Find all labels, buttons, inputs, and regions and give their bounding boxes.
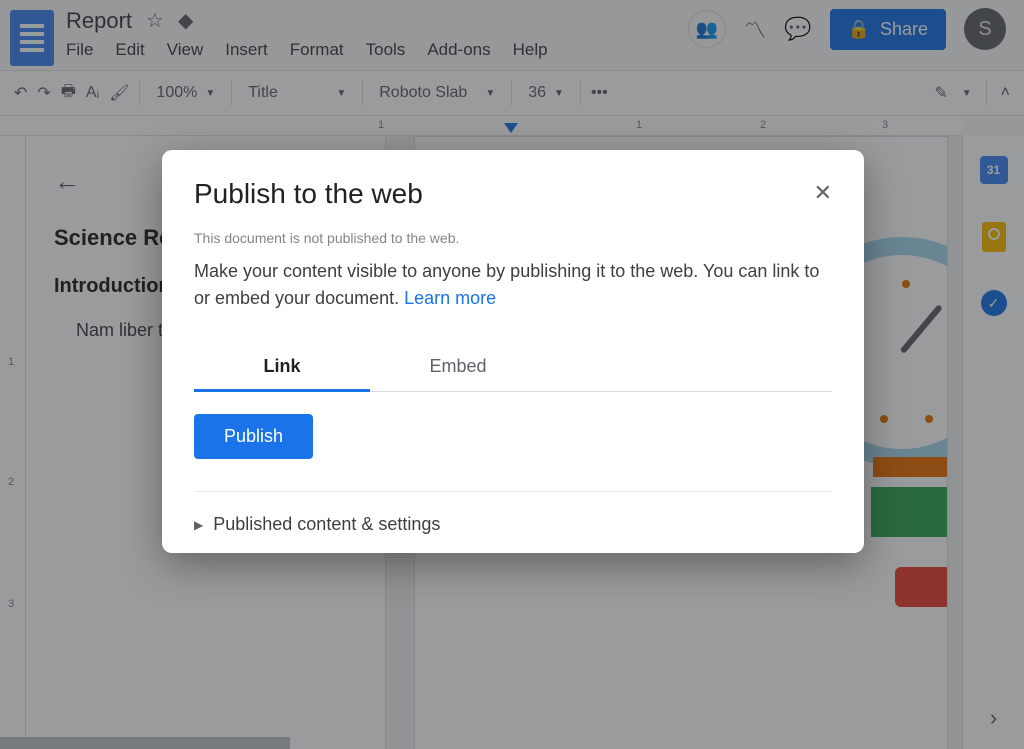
expander-label: Published content & settings <box>213 514 440 535</box>
chevron-right-icon: ▶ <box>194 518 203 532</box>
publish-to-web-dialog: Publish to the web ✕ This document is no… <box>162 150 864 553</box>
publish-button[interactable]: Publish <box>194 414 313 459</box>
tab-link[interactable]: Link <box>194 346 370 392</box>
dialog-description-text: Make your content visible to anyone by p… <box>194 261 819 308</box>
tab-embed[interactable]: Embed <box>370 346 546 391</box>
dialog-subtext: This document is not published to the we… <box>194 230 832 246</box>
close-icon[interactable]: ✕ <box>814 180 832 206</box>
dialog-description: Make your content visible to anyone by p… <box>194 258 832 312</box>
dialog-tabs: Link Embed <box>194 346 832 392</box>
learn-more-link[interactable]: Learn more <box>404 288 496 308</box>
dialog-title: Publish to the web <box>194 178 814 210</box>
published-settings-expander[interactable]: ▶ Published content & settings <box>194 514 832 535</box>
